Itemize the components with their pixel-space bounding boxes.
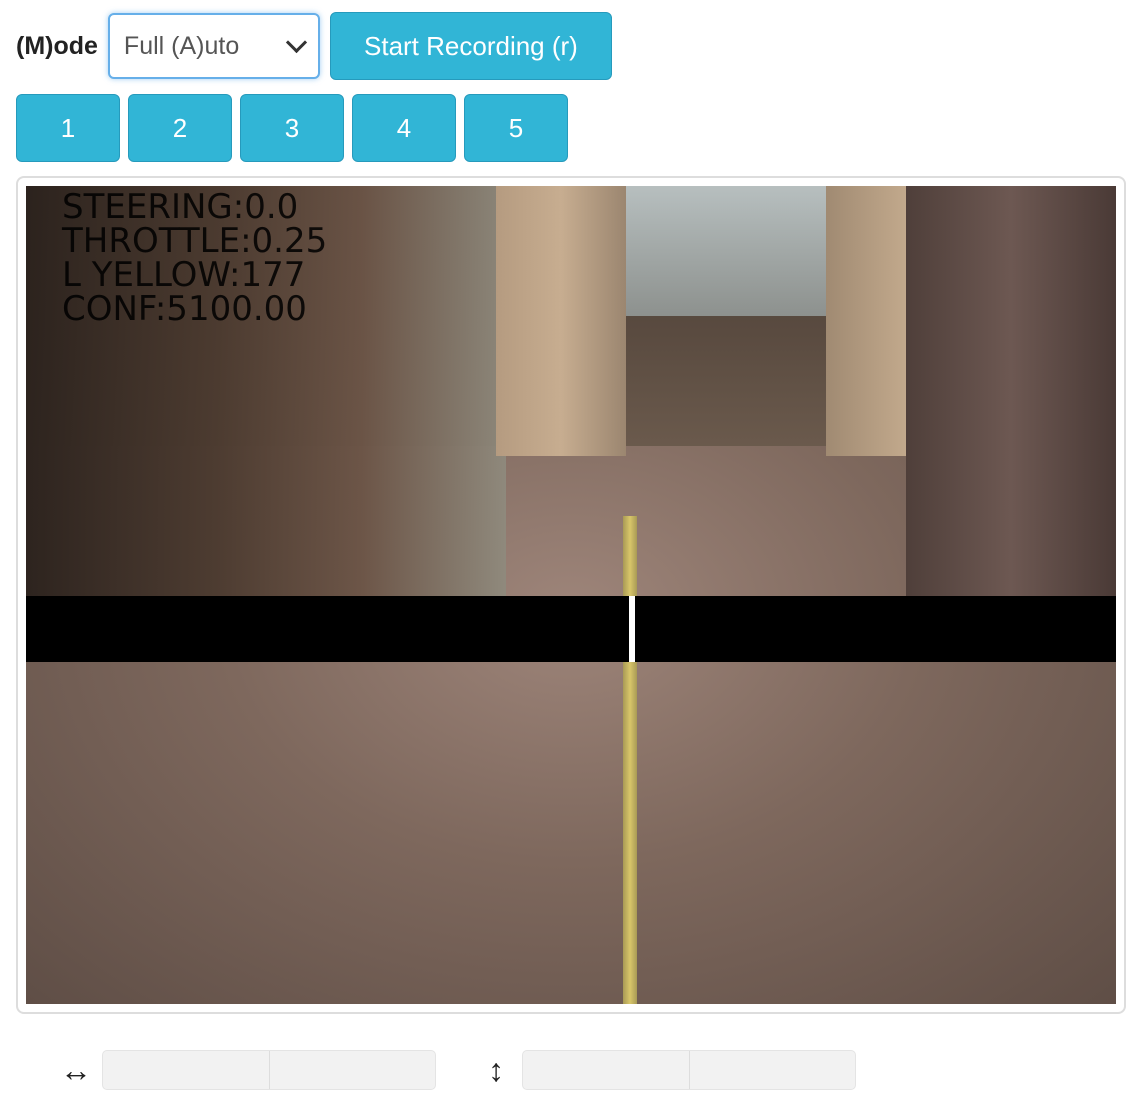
overlay-steering: STEERING:0.0: [62, 187, 299, 227]
overlay-conf: CONF:5100.00: [62, 289, 307, 329]
overlay-yellow: L YELLOW:177: [62, 255, 306, 295]
cabinet: [906, 186, 1116, 596]
number-button-3[interactable]: 3: [240, 94, 344, 162]
number-button-4[interactable]: 4: [352, 94, 456, 162]
window: [626, 186, 826, 316]
start-recording-button[interactable]: Start Recording (r): [329, 12, 612, 80]
steering-bar[interactable]: [102, 1050, 436, 1090]
overlay-throttle: THROTTLE:0.25: [62, 221, 328, 261]
number-button-5[interactable]: 5: [464, 94, 568, 162]
pillar-right: [826, 186, 906, 456]
mode-label: (M)ode: [16, 31, 98, 60]
vertical-arrows-icon: ↕: [488, 1051, 504, 1088]
mode-select-value: Full (A)uto: [123, 31, 240, 60]
control-bars: ↔ ↕: [56, 1050, 856, 1090]
horizontal-arrows-icon: ↔: [60, 1051, 92, 1088]
mode-select[interactable]: Full (A)uto: [107, 13, 320, 79]
bar-divider: [689, 1051, 690, 1089]
pillar-left: [496, 186, 626, 456]
camera-feed: STEERING:0.0 THROTTLE:0.25 L YELLOW:177 …: [26, 186, 1116, 1004]
video-frame: STEERING:0.0 THROTTLE:0.25 L YELLOW:177 …: [16, 176, 1126, 1014]
bar-divider: [269, 1051, 270, 1089]
number-button-2[interactable]: 2: [128, 94, 232, 162]
detection-marker: [629, 596, 635, 662]
chevron-down-icon: [285, 31, 308, 53]
throttle-bar[interactable]: [522, 1050, 856, 1090]
number-button-row: 1 2 3 4 5: [16, 94, 568, 162]
number-button-1[interactable]: 1: [16, 94, 120, 162]
telemetry-overlay: STEERING:0.0 THROTTLE:0.25 L YELLOW:177 …: [62, 190, 327, 326]
yellow-tape-line: [623, 516, 637, 1004]
toolbar: (M)ode Full (A)uto Start Recording (r): [16, 12, 612, 80]
detection-bar: [26, 596, 1116, 662]
